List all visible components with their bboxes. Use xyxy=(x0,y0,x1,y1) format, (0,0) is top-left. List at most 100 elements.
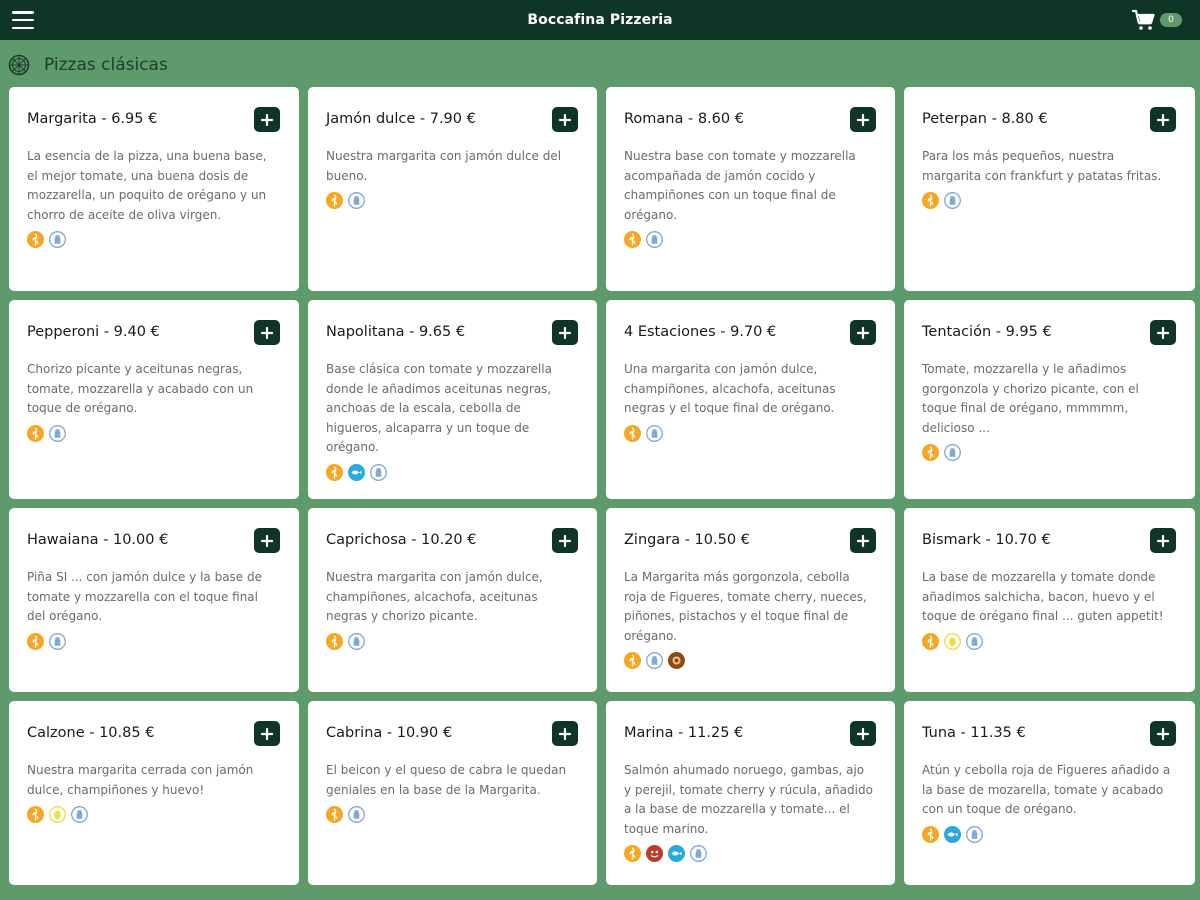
gluten-icon xyxy=(27,231,44,248)
allergen-list xyxy=(624,652,877,669)
card-header: Cabrina - 10.90 € xyxy=(326,719,579,746)
product-title: Romana - 8.60 € xyxy=(624,111,744,127)
plus-icon xyxy=(857,727,869,740)
allergen-list xyxy=(922,632,1177,650)
fish-icon xyxy=(944,825,961,843)
product-description: Chorizo picante y aceitunas negras, toma… xyxy=(27,362,254,415)
add-to-cart-button[interactable] xyxy=(1150,721,1176,746)
product-card[interactable]: Cabrina - 10.90 € El beicon y el queso de… xyxy=(308,701,597,885)
product-card[interactable]: Pepperoni - 9.40 € Chorizo picante y acei… xyxy=(9,300,299,499)
product-card[interactable]: Calzone - 10.85 € Nuestra margarita cerra… xyxy=(9,701,299,885)
add-to-cart-button[interactable] xyxy=(254,320,280,345)
add-to-cart-button[interactable] xyxy=(552,320,578,345)
lactose-icon xyxy=(690,845,707,862)
product-card[interactable]: Margarita - 6.95 € La esencia de la pizza… xyxy=(9,87,299,291)
product-description: Nuestra base con tomate y mozzarella aco… xyxy=(624,149,856,222)
add-to-cart-button[interactable] xyxy=(254,107,280,132)
add-to-cart-button[interactable] xyxy=(552,528,578,553)
add-to-cart-button[interactable] xyxy=(552,721,578,746)
allergen-list xyxy=(326,806,579,823)
product-title: Pepperoni - 9.40 € xyxy=(27,324,160,340)
product-title: Marina - 11.25 € xyxy=(624,725,744,741)
lactose-icon xyxy=(646,424,663,442)
product-description: Atún y cebolla roja de Figueres añadido … xyxy=(922,763,1171,816)
gluten-icon xyxy=(922,825,939,843)
card-header: Tentación - 9.95 € xyxy=(922,318,1177,345)
cart-icon xyxy=(1132,9,1155,30)
product-card[interactable]: Romana - 8.60 € Nuestra base con tomate y… xyxy=(606,87,895,291)
product-card[interactable]: Tuna - 11.35 € Atún y cebolla roja de Fig… xyxy=(904,701,1195,885)
product-title: Margarita - 6.95 € xyxy=(27,111,158,127)
product-description: Para los más pequeños, nuestra margarita… xyxy=(922,149,1162,183)
product-description: Tomate, mozzarella y le añadimos gorgonz… xyxy=(922,362,1139,435)
add-to-cart-button[interactable] xyxy=(850,320,876,345)
product-title: Calzone - 10.85 € xyxy=(27,725,155,741)
allergen-list xyxy=(624,845,877,862)
allergen-list xyxy=(624,231,877,248)
plus-icon xyxy=(261,326,273,339)
product-title: Bismark - 10.70 € xyxy=(922,532,1051,548)
product-card[interactable]: Marina - 11.25 € Salmón ahumado noruego, … xyxy=(606,701,895,885)
card-header: Hawaiana - 10.00 € xyxy=(27,526,281,553)
add-to-cart-button[interactable] xyxy=(254,528,280,553)
allergen-list xyxy=(624,424,877,442)
product-card[interactable]: Bismark - 10.70 € La base de mozzarella y… xyxy=(904,508,1195,692)
plus-icon xyxy=(857,534,869,547)
pizza-icon xyxy=(8,54,30,76)
allergen-list xyxy=(27,231,281,248)
product-card[interactable]: Caprichosa - 10.20 € Nuestra margarita co… xyxy=(308,508,597,692)
card-header: Jamón dulce - 7.90 € xyxy=(326,105,579,132)
add-to-cart-button[interactable] xyxy=(1150,107,1176,132)
product-title: Tuna - 11.35 € xyxy=(922,725,1026,741)
add-to-cart-button[interactable] xyxy=(850,107,876,132)
plus-icon xyxy=(857,326,869,339)
top-app-bar: Boccafina Pizzeria 0 xyxy=(0,0,1200,40)
add-to-cart-button[interactable] xyxy=(552,107,578,132)
gluten-icon xyxy=(326,463,343,481)
product-title: Zingara - 10.50 € xyxy=(624,532,750,548)
lactose-icon xyxy=(646,652,663,669)
product-description: La esencia de la pizza, una buena base, … xyxy=(27,149,267,222)
allergen-list xyxy=(326,192,579,209)
gluten-icon xyxy=(922,444,939,461)
product-card[interactable]: Napolitana - 9.65 € Base clásica con toma… xyxy=(308,300,597,499)
product-description: La base de mozzarella y tomate donde aña… xyxy=(922,570,1164,623)
lactose-icon xyxy=(348,806,365,823)
plus-icon xyxy=(559,326,571,339)
product-card[interactable]: Tentación - 9.95 € Tomate, mozzarella y l… xyxy=(904,300,1195,499)
gluten-icon xyxy=(922,192,939,209)
add-to-cart-button[interactable] xyxy=(1150,320,1176,345)
lactose-icon xyxy=(49,424,66,442)
lactose-icon xyxy=(370,463,387,481)
add-to-cart-button[interactable] xyxy=(850,528,876,553)
card-header: Napolitana - 9.65 € xyxy=(326,318,579,345)
cart-button[interactable]: 0 xyxy=(1132,8,1182,32)
plus-icon xyxy=(261,113,273,126)
plus-icon xyxy=(857,113,869,126)
lactose-icon xyxy=(348,192,365,209)
product-card[interactable]: Peterpan - 8.80 € Para los más pequeños, … xyxy=(904,87,1195,291)
allergen-list xyxy=(922,192,1177,209)
egg-icon xyxy=(49,806,66,823)
card-header: Tuna - 11.35 € xyxy=(922,719,1177,746)
product-title: Cabrina - 10.90 € xyxy=(326,725,453,741)
menu-icon[interactable] xyxy=(12,11,34,29)
product-title: Napolitana - 9.65 € xyxy=(326,324,466,340)
lactose-icon xyxy=(646,231,663,248)
product-card[interactable]: Hawaiana - 10.00 € Piña SI ... con jamón … xyxy=(9,508,299,692)
card-header: Bismark - 10.70 € xyxy=(922,526,1177,553)
plus-icon xyxy=(261,727,273,740)
product-description: La Margarita más gorgonzola, cebolla roj… xyxy=(624,570,867,643)
product-card[interactable]: Jamón dulce - 7.90 € Nuestra margarita co… xyxy=(308,87,597,291)
cart-count-badge: 0 xyxy=(1160,13,1182,27)
plus-icon xyxy=(1157,326,1169,339)
product-card[interactable]: Zingara - 10.50 € La Margarita más gorgon… xyxy=(606,508,895,692)
gluten-icon xyxy=(27,632,44,650)
card-header: Caprichosa - 10.20 € xyxy=(326,526,579,553)
add-to-cart-button[interactable] xyxy=(254,721,280,746)
add-to-cart-button[interactable] xyxy=(850,721,876,746)
add-to-cart-button[interactable] xyxy=(1150,528,1176,553)
section-title: Pizzas clásicas xyxy=(44,55,168,75)
card-header: Marina - 11.25 € xyxy=(624,719,877,746)
product-card[interactable]: 4 Estaciones - 9.70 € Una margarita con j… xyxy=(606,300,895,499)
